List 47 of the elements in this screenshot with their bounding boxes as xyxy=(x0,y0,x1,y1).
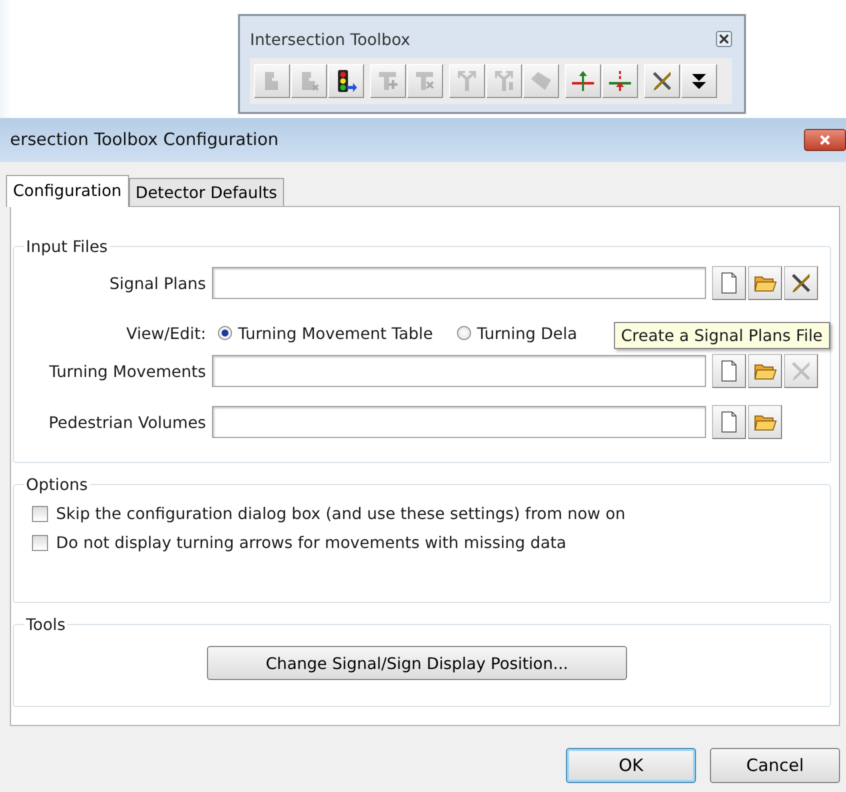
group-title: Options xyxy=(25,475,89,494)
new-file-button[interactable] xyxy=(712,405,746,439)
close-button[interactable] xyxy=(804,129,846,151)
checkbox-label: Skip the configuration dialog box (and use these settings) from now on xyxy=(56,504,626,523)
tools-icon xyxy=(789,359,813,383)
new-file-button[interactable] xyxy=(712,354,746,388)
tab[interactable]: Detector Defaults xyxy=(128,178,284,206)
tools-button[interactable] xyxy=(784,266,818,300)
field-label: Turning Movements xyxy=(48,362,207,380)
change-position-button[interactable]: Change Signal/Sign Display Position... xyxy=(207,646,627,680)
open-folder-button[interactable] xyxy=(748,405,782,439)
checkbox[interactable] xyxy=(32,506,48,522)
traffic-light-button[interactable] xyxy=(328,64,364,98)
radio-label: Turning Dela xyxy=(476,324,578,342)
field-label: Pedestrian Volumes xyxy=(48,412,207,432)
close-icon xyxy=(819,134,831,146)
group-title: Tools xyxy=(25,615,66,634)
cross-up-button[interactable] xyxy=(565,64,601,98)
group-title: Input Files xyxy=(25,237,109,256)
ok-button[interactable]: OK xyxy=(566,748,696,783)
checkbox[interactable] xyxy=(32,534,48,550)
input-field[interactable] xyxy=(212,267,706,299)
window-title: Intersection Toolbox xyxy=(250,30,410,48)
expand-button[interactable] xyxy=(681,64,717,98)
field-label: View/Edit: xyxy=(125,324,207,342)
input-field[interactable] xyxy=(212,406,706,438)
close-icon[interactable] xyxy=(716,31,732,47)
new-file-button[interactable] xyxy=(712,266,746,300)
checkbox-label: Do not display turning arrows for movements with missing data xyxy=(56,533,566,552)
radio-option[interactable]: Turning Dela xyxy=(456,324,578,342)
tab[interactable]: Configuration xyxy=(6,175,129,207)
input-field[interactable] xyxy=(212,355,706,387)
cross-dashed-icon xyxy=(608,69,632,93)
tools-icon xyxy=(650,69,674,93)
tools-icon xyxy=(789,271,813,295)
cancel-button[interactable]: Cancel xyxy=(710,748,840,783)
field-label: Signal Plans xyxy=(108,274,207,292)
window-title: ersection Toolbox Configuration xyxy=(10,130,279,150)
open-folder-button[interactable] xyxy=(748,266,782,300)
radio-button[interactable] xyxy=(218,326,232,340)
open-folder-button[interactable] xyxy=(748,354,782,388)
arrows-icon xyxy=(455,69,479,93)
arrows-info-icon xyxy=(492,69,516,93)
tooltip: Create a Signal Plans File xyxy=(614,322,830,349)
cross-up-icon xyxy=(571,69,595,93)
cross-dashed-button[interactable] xyxy=(602,64,638,98)
radio-button[interactable] xyxy=(456,326,471,340)
